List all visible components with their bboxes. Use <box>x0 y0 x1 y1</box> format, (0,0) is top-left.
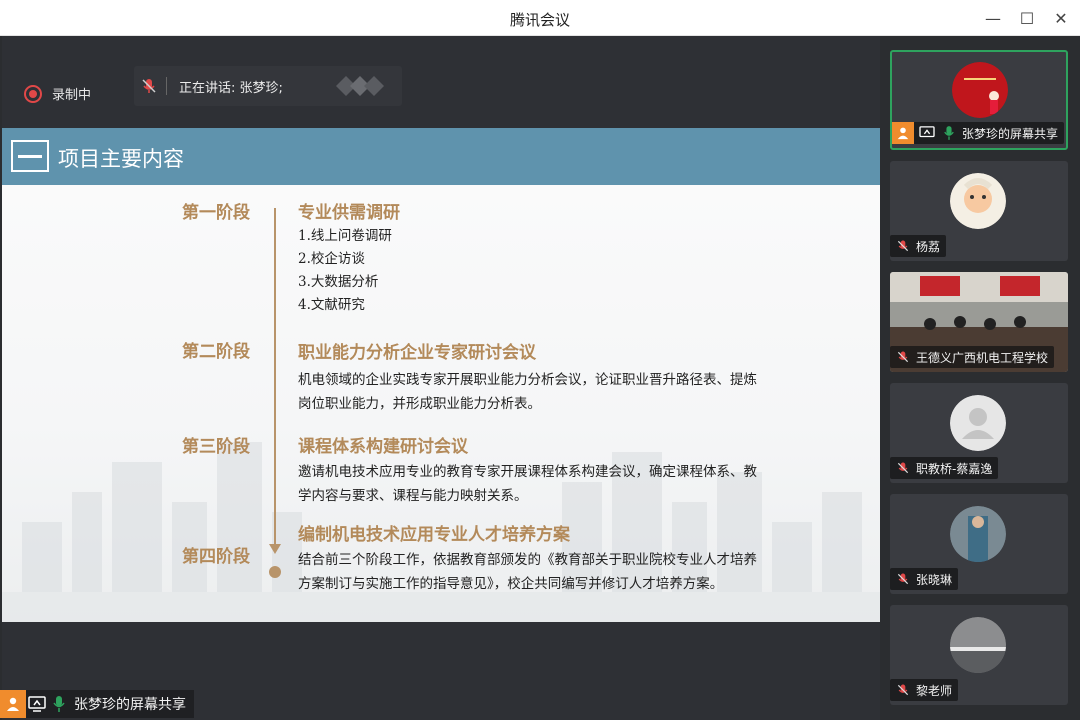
participant-tile[interactable]: 张晓琳 <box>890 494 1068 594</box>
meeting-window: 腾讯会议 — ☐ ✕ 录制中 正在讲话: 张梦珍; 项目主要内容 第一阶段 专业… <box>0 0 1080 720</box>
stage-3-title: 课程体系构建研讨会议 <box>298 437 468 457</box>
mic-off-icon <box>894 348 912 366</box>
stage-1-item: 4.文献研究 <box>298 297 365 313</box>
participant-tile[interactable]: 王德义广西机电工程学校 <box>890 272 1068 372</box>
screen-share-icon <box>26 693 48 715</box>
timeline-dot <box>269 566 281 578</box>
participant-name-bar: 张晓琳 <box>890 568 959 590</box>
mic-off-icon <box>894 681 912 699</box>
participant-name-bar: 杨荔 <box>890 235 947 257</box>
recording-indicator[interactable]: 录制中 <box>24 84 91 103</box>
avatar <box>950 173 1006 229</box>
stage-2-label: 第二阶段 <box>182 342 250 362</box>
participant-tile[interactable]: 职教桥-蔡嘉逸 <box>890 383 1068 483</box>
stage-1-label: 第一阶段 <box>182 203 250 223</box>
person-icon <box>0 690 26 718</box>
minimize-button[interactable]: — <box>978 6 1008 30</box>
divider <box>166 77 167 95</box>
participant-name-bar: 张梦珍的屏幕共享 <box>892 122 1065 144</box>
participant-name: 张晓琳 <box>916 572 953 587</box>
title-bar: 腾讯会议 — ☐ ✕ <box>0 0 1080 36</box>
participant-name-bar: 职教桥-蔡嘉逸 <box>890 457 999 479</box>
stage-3-label: 第三阶段 <box>182 437 250 457</box>
stage-1-item: 1.线上问卷调研 <box>298 228 392 244</box>
stage-3-description: 邀请机电技术应用专业的教育专家开展课程体系构建会议，确定课程体系、教学内容与要求… <box>298 464 757 504</box>
stage-1-item: 2.校企访谈 <box>298 251 365 267</box>
participant-tile[interactable]: 黎老师 <box>890 605 1068 705</box>
participant-name-bar: 王德义广西机电工程学校 <box>890 346 1055 368</box>
participant-name-bar: 黎老师 <box>890 679 959 701</box>
stage-4-description: 结合前三个阶段工作，依据教育部颁发的《教育部关于职业院校专业人才培养方案制订与实… <box>298 552 757 592</box>
stage-1-title: 专业供需调研 <box>298 203 400 223</box>
stage-2-description: 机电领域的企业实践专家开展职业能力分析会议，论证职业晋升路径表、提炼岗位职业能力… <box>298 372 757 412</box>
recording-label: 录制中 <box>52 88 92 103</box>
participant-tile[interactable]: 杨荔 <box>890 161 1068 261</box>
mic-off-icon <box>894 237 912 255</box>
status-bar: 录制中 正在讲话: 张梦珍; <box>2 36 880 128</box>
participant-sidebar: 张梦珍的屏幕共享 杨荔 王德义广西机电工程学校 职教桥-蔡嘉逸 张晓琳 黎老师 <box>880 36 1080 720</box>
mic-on-icon <box>940 124 958 142</box>
participant-name: 黎老师 <box>916 683 953 698</box>
participant-name: 张梦珍的屏幕共享 <box>962 126 1059 141</box>
close-button[interactable]: ✕ <box>1046 6 1076 30</box>
record-icon <box>24 84 42 103</box>
blurred-logo-icon <box>336 76 384 96</box>
participant-name: 职教桥-蔡嘉逸 <box>916 461 993 476</box>
timeline-line <box>274 208 276 548</box>
window-title: 腾讯会议 <box>509 11 570 29</box>
participant-tile[interactable]: 张梦珍的屏幕共享 <box>890 50 1068 150</box>
stage-1-item: 3.大数据分析 <box>298 274 379 290</box>
mic-on-icon <box>48 693 70 715</box>
avatar <box>950 395 1006 451</box>
screen-share-icon <box>918 124 936 142</box>
mic-off-icon <box>894 459 912 477</box>
avatar <box>950 506 1006 562</box>
slide-header: 项目主要内容 <box>2 128 880 185</box>
participant-name: 王德义广西机电工程学校 <box>916 350 1049 365</box>
mic-off-icon <box>894 570 912 588</box>
mic-off-icon <box>142 79 156 93</box>
shared-slide: 项目主要内容 第一阶段 专业供需调研 1.线上问卷调研 2.校企访谈 3.大数据… <box>2 128 880 622</box>
slide-title: 项目主要内容 <box>58 147 184 171</box>
maximize-button[interactable]: ☐ <box>1012 6 1042 30</box>
avatar <box>952 62 1008 118</box>
timeline-arrow-icon <box>269 544 281 554</box>
minus-box-icon <box>11 140 49 172</box>
avatar <box>950 617 1006 673</box>
stage-2-title: 职业能力分析企业专家研讨会议 <box>298 343 536 363</box>
speaking-indicator: 正在讲话: 张梦珍; <box>134 66 402 106</box>
stage-4-title: 编制机电技术应用专业人才培养方案 <box>298 525 570 545</box>
screen-share-tag[interactable]: 张梦珍的屏幕共享 <box>0 690 194 718</box>
screen-share-label: 张梦珍的屏幕共享 <box>74 697 186 713</box>
participant-name: 杨荔 <box>916 239 941 254</box>
speaking-label: 正在讲话: 张梦珍; <box>179 80 283 96</box>
person-icon <box>892 122 914 144</box>
stage-4-label: 第四阶段 <box>182 547 250 567</box>
